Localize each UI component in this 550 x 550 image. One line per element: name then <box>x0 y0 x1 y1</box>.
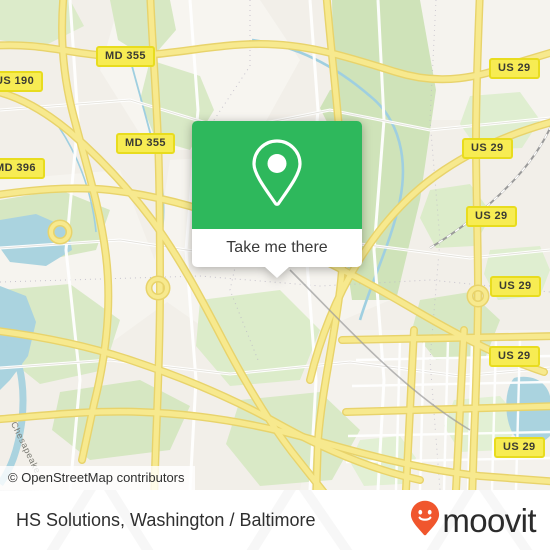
moovit-brand[interactable]: moovit <box>410 490 537 550</box>
map-pin-icon <box>249 137 305 214</box>
popup-tail <box>265 267 289 278</box>
road-shield[interactable]: US 29 <box>489 58 540 79</box>
road-shield-label: US 29 <box>475 210 508 222</box>
road-shield[interactable]: US 29 <box>466 206 517 227</box>
road-shield[interactable]: US 29 <box>490 276 541 297</box>
road-shield[interactable]: US 29 <box>462 138 513 159</box>
moovit-smiley-pin-icon <box>410 500 440 541</box>
page-title: HS Solutions, Washington / Baltimore <box>16 490 315 550</box>
road-shield-label: US 29 <box>498 62 531 74</box>
road-shield[interactable]: MD 396 <box>0 158 45 179</box>
road-shield[interactable]: US 29 <box>494 437 545 458</box>
page-title-text: HS Solutions, Washington / Baltimore <box>16 509 316 530</box>
road-shield-label: US 29 <box>498 350 531 362</box>
map-screenshot: MD 355 US 190 MD 355 MD 396 US 29 US 29 … <box>0 0 550 550</box>
road-shield-label: MD 355 <box>125 137 166 149</box>
road-shield-label: US 29 <box>503 441 536 453</box>
take-me-there-label: Take me there <box>226 239 328 256</box>
road-shield[interactable]: MD 355 <box>116 133 175 154</box>
road-shield-label: US 29 <box>471 142 504 154</box>
road-shield-label: MD 396 <box>0 162 36 174</box>
location-popup-card[interactable]: Take me there <box>192 121 362 278</box>
road-shield[interactable]: MD 355 <box>96 46 155 67</box>
popup-footer[interactable]: Take me there <box>192 229 362 278</box>
popup-header <box>192 121 362 229</box>
osm-attribution-text: © OpenStreetMap contributors <box>8 470 185 485</box>
moovit-wordmark: moovit <box>442 501 536 539</box>
road-shield[interactable]: US 29 <box>489 346 540 367</box>
page-footer: HS Solutions, Washington / Baltimore moo… <box>0 490 550 550</box>
osm-attribution[interactable]: © OpenStreetMap contributors <box>0 466 195 490</box>
road-shield-label: US 29 <box>499 280 532 292</box>
road-shield[interactable]: US 190 <box>0 71 44 92</box>
road-shield-label: MD 355 <box>105 50 146 62</box>
road-shield-label: US 190 <box>0 75 35 87</box>
